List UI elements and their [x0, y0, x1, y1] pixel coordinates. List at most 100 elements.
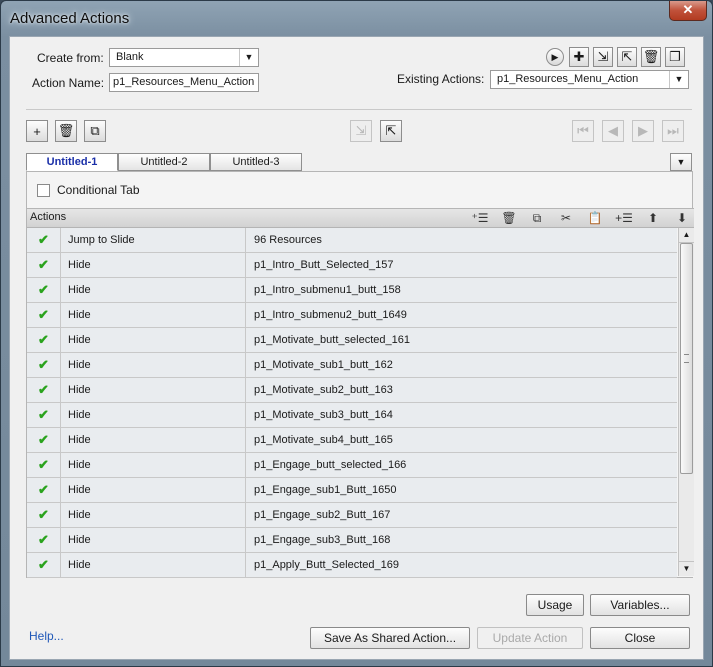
action-target-cell[interactable]: 96 Resources: [246, 228, 677, 252]
table-row[interactable]: ✔ Hide p1_Motivate_sub2_butt_163: [27, 378, 677, 403]
scroll-up-arrow[interactable]: ▲: [679, 228, 694, 243]
action-target-cell[interactable]: p1_Apply_Butt_Selected_169: [246, 553, 677, 577]
check-icon: ✔: [38, 307, 49, 322]
table-row[interactable]: ✔ Hide p1_Engage_sub1_Butt_1650: [27, 478, 677, 503]
action-target-cell[interactable]: p1_Motivate_sub4_butt_165: [246, 428, 677, 452]
action-target-cell[interactable]: p1_Motivate_sub1_butt_162: [246, 353, 677, 377]
export-icon: ⇱: [621, 49, 633, 64]
table-row[interactable]: ✔ Jump to Slide 96 Resources: [27, 228, 677, 253]
action-type-cell[interactable]: Hide: [61, 278, 246, 302]
table-row[interactable]: ✔ Hide p1_Engage_sub2_Butt_167: [27, 503, 677, 528]
action-type-cell[interactable]: Hide: [61, 453, 246, 477]
add-tab-button[interactable]: +: [26, 120, 48, 142]
action-name-input[interactable]: p1_Resources_Menu_Action: [109, 73, 259, 92]
delete-action-button[interactable]: 🗑: [641, 47, 661, 67]
create-from-select[interactable]: Blank ▼: [109, 48, 259, 67]
existing-actions-select[interactable]: p1_Resources_Menu_Action ▼: [490, 70, 689, 89]
action-type-cell[interactable]: Hide: [61, 378, 246, 402]
save-as-shared-action-button[interactable]: Save As Shared Action...: [310, 627, 470, 649]
create-from-value: Blank: [116, 51, 144, 63]
move-down-icon[interactable]: ⬇: [671, 209, 693, 227]
table-row[interactable]: ✔ Hide p1_Engage_sub3_Butt_168: [27, 528, 677, 553]
action-type-cell[interactable]: Hide: [61, 253, 246, 277]
action-target-cell[interactable]: p1_Intro_submenu2_butt_1649: [246, 303, 677, 327]
tabs-menu-button[interactable]: ▼: [670, 153, 692, 171]
action-target-cell[interactable]: p1_Engage_sub2_Butt_167: [246, 503, 677, 527]
export-action-button[interactable]: ⇱: [617, 47, 637, 67]
move-up-icon[interactable]: ⬆: [642, 209, 664, 227]
table-row[interactable]: ✔ Hide p1_Motivate_butt_selected_161: [27, 328, 677, 353]
action-type-cell[interactable]: Hide: [61, 478, 246, 502]
export-button[interactable]: ⇱: [380, 120, 402, 142]
action-target-cell[interactable]: p1_Intro_Butt_Selected_157: [246, 253, 677, 277]
check-icon: ✔: [38, 407, 49, 422]
action-type-cell[interactable]: Hide: [61, 528, 246, 552]
delete-tab-button[interactable]: 🗑: [55, 120, 77, 142]
table-row[interactable]: ✔ Hide p1_Motivate_sub4_butt_165: [27, 428, 677, 453]
copy-icon: ⧉: [90, 123, 100, 138]
action-target-cell[interactable]: p1_Engage_sub3_Butt_168: [246, 528, 677, 552]
insert-below-icon[interactable]: +☰: [613, 209, 635, 227]
add-action-button[interactable]: ✚: [569, 47, 589, 67]
delete-icon[interactable]: 🗑: [498, 209, 520, 227]
usage-button[interactable]: Usage: [526, 594, 584, 616]
check-icon: ✔: [38, 482, 49, 497]
copy-tab-button[interactable]: ⧉: [84, 120, 106, 142]
action-type-cell[interactable]: Jump to Slide: [61, 228, 246, 252]
tab-untitled-1[interactable]: Untitled-1: [26, 153, 118, 171]
update-action-button[interactable]: Update Action: [477, 627, 583, 649]
check-icon: ✔: [38, 232, 49, 247]
table-row[interactable]: ✔ Hide p1_Motivate_sub1_butt_162: [27, 353, 677, 378]
conditional-tab-checkbox[interactable]: [37, 184, 50, 197]
action-type-cell[interactable]: Hide: [61, 403, 246, 427]
check-icon: ✔: [38, 532, 49, 547]
table-row[interactable]: ✔ Hide p1_Apply_Butt_Selected_169: [27, 553, 677, 578]
import-action-button[interactable]: ⇲: [593, 47, 613, 67]
action-type-cell[interactable]: Hide: [61, 303, 246, 327]
import-button[interactable]: ⇲: [350, 120, 372, 142]
scroll-thumb[interactable]: [680, 243, 693, 474]
close-button[interactable]: Close: [590, 627, 690, 649]
table-row[interactable]: ✔ Hide p1_Intro_Butt_Selected_157: [27, 253, 677, 278]
previous-button[interactable]: ◀: [602, 120, 624, 142]
cut-icon[interactable]: ✂: [555, 209, 577, 227]
action-type-cell[interactable]: Hide: [61, 503, 246, 527]
actions-scrollbar[interactable]: ▲ ▼: [678, 228, 694, 576]
table-row[interactable]: ✔ Hide p1_Motivate_sub3_butt_164: [27, 403, 677, 428]
table-row[interactable]: ✔ Hide p1_Intro_submenu1_butt_158: [27, 278, 677, 303]
next-button[interactable]: ▶: [632, 120, 654, 142]
action-target-cell[interactable]: p1_Engage_sub1_Butt_1650: [246, 478, 677, 502]
paste-icon[interactable]: 📋: [584, 209, 606, 227]
action-type-cell[interactable]: Hide: [61, 353, 246, 377]
action-target-cell[interactable]: p1_Motivate_butt_selected_161: [246, 328, 677, 352]
chevron-down-icon: ▼: [669, 71, 688, 88]
title-bar[interactable]: Advanced Actions ✕: [1, 1, 712, 37]
action-target-cell[interactable]: p1_Motivate_sub3_butt_164: [246, 403, 677, 427]
table-row[interactable]: ✔ Hide p1_Engage_butt_selected_166: [27, 453, 677, 478]
table-row[interactable]: ✔ Hide p1_Intro_submenu2_butt_1649: [27, 303, 677, 328]
insert-icon[interactable]: ⁺☰: [469, 209, 491, 227]
first-button[interactable]: ⏮: [572, 120, 594, 142]
action-type-cell[interactable]: Hide: [61, 428, 246, 452]
action-type-cell[interactable]: Hide: [61, 328, 246, 352]
action-target-cell[interactable]: p1_Motivate_sub2_butt_163: [246, 378, 677, 402]
play-icon[interactable]: ▶: [546, 48, 564, 66]
duplicate-action-button[interactable]: ❐: [665, 47, 685, 67]
existing-actions-value: p1_Resources_Menu_Action: [497, 73, 639, 85]
copy-icon[interactable]: ⧉: [526, 209, 548, 227]
duplicate-icon: ❐: [669, 49, 681, 64]
conditional-tab-label: Conditional Tab: [57, 183, 140, 197]
action-target-cell[interactable]: p1_Intro_submenu1_butt_158: [246, 278, 677, 302]
action-type-cell[interactable]: Hide: [61, 553, 246, 577]
tab-untitled-3[interactable]: Untitled-3: [210, 153, 302, 171]
last-button[interactable]: ⏭: [662, 120, 684, 142]
action-target-cell[interactable]: p1_Engage_butt_selected_166: [246, 453, 677, 477]
window-close-button[interactable]: ✕: [669, 1, 707, 21]
chevron-down-icon: ▼: [239, 49, 258, 66]
tab-untitled-2[interactable]: Untitled-2: [118, 153, 210, 171]
variables-button[interactable]: Variables...: [590, 594, 690, 616]
chevron-down-icon: ▼: [676, 157, 686, 167]
help-link[interactable]: Help...: [29, 629, 64, 643]
scroll-down-arrow[interactable]: ▼: [679, 561, 694, 576]
row-status-cell: ✔: [27, 453, 61, 477]
